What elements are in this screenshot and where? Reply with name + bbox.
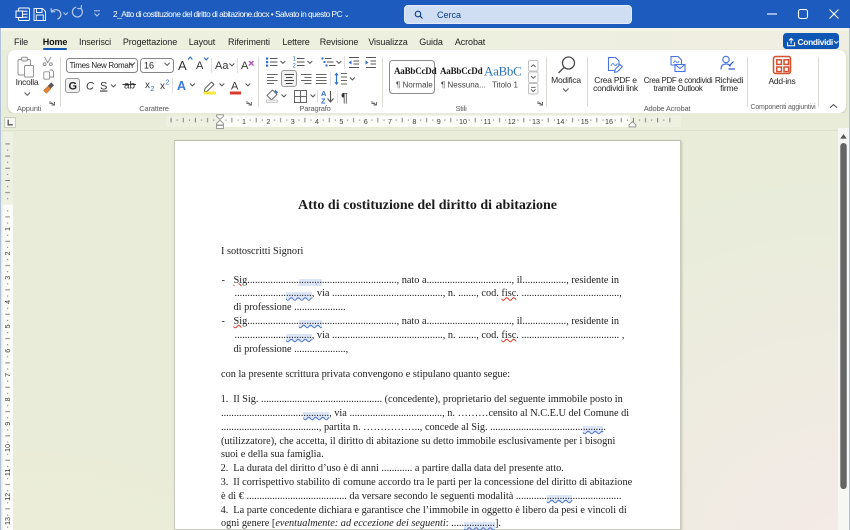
svg-text:AaBbC: AaBbC bbox=[484, 64, 522, 79]
svg-text:6: 6 bbox=[364, 117, 368, 126]
svg-text:15: 15 bbox=[581, 117, 589, 126]
svg-text:2: 2 bbox=[3, 251, 12, 255]
svg-text:6: 6 bbox=[3, 349, 12, 353]
svg-text:x: x bbox=[160, 81, 165, 92]
svg-text:AaBbCcDd: AaBbCcDd bbox=[394, 66, 437, 76]
svg-text:¶ Nessuna...: ¶ Nessuna... bbox=[441, 81, 486, 90]
svg-text:3: 3 bbox=[3, 276, 12, 280]
svg-text:2: 2 bbox=[266, 117, 270, 126]
svg-text:10: 10 bbox=[3, 444, 12, 452]
svg-text:ab: ab bbox=[124, 81, 136, 92]
svg-text:11: 11 bbox=[3, 469, 12, 476]
svg-text:1: 1 bbox=[293, 57, 297, 63]
svg-text:8: 8 bbox=[3, 397, 12, 401]
svg-text:13: 13 bbox=[532, 117, 540, 126]
svg-text:A: A bbox=[241, 60, 249, 72]
svg-text:4: 4 bbox=[3, 300, 12, 304]
svg-text:4: 4 bbox=[315, 117, 319, 126]
svg-text:2: 2 bbox=[293, 64, 297, 70]
svg-text:2: 2 bbox=[166, 80, 170, 87]
svg-text:12: 12 bbox=[508, 117, 516, 126]
svg-text:7: 7 bbox=[388, 117, 392, 126]
svg-text:5: 5 bbox=[339, 117, 343, 126]
svg-text:Aa: Aa bbox=[215, 60, 229, 72]
svg-text:A: A bbox=[196, 60, 204, 72]
svg-text:14: 14 bbox=[556, 117, 564, 126]
svg-text:G: G bbox=[69, 81, 78, 93]
svg-text:16: 16 bbox=[605, 117, 613, 126]
svg-text:2: 2 bbox=[151, 86, 155, 93]
svg-text:16: 16 bbox=[144, 61, 154, 71]
svg-text:5: 5 bbox=[3, 324, 12, 328]
svg-text:S: S bbox=[100, 81, 107, 93]
svg-text:8: 8 bbox=[412, 117, 416, 126]
svg-text:C: C bbox=[86, 81, 94, 93]
svg-text:Titolo 1: Titolo 1 bbox=[492, 81, 518, 90]
svg-text:A: A bbox=[177, 79, 186, 93]
svg-text:13: 13 bbox=[3, 517, 12, 525]
svg-text:x: x bbox=[145, 80, 150, 91]
svg-text:Z: Z bbox=[321, 97, 326, 106]
svg-text:3: 3 bbox=[291, 117, 295, 126]
svg-text:1: 1 bbox=[242, 117, 246, 126]
svg-text:9: 9 bbox=[3, 422, 12, 426]
svg-text:A: A bbox=[178, 58, 187, 73]
svg-text:A: A bbox=[231, 81, 239, 93]
svg-text:11: 11 bbox=[484, 117, 491, 126]
svg-text:9: 9 bbox=[437, 117, 441, 126]
svg-text:¶: ¶ bbox=[341, 90, 348, 105]
svg-text:12: 12 bbox=[3, 493, 12, 501]
svg-text:7: 7 bbox=[3, 373, 12, 377]
svg-text:Times New Roman: Times New Roman bbox=[70, 61, 133, 70]
svg-text:AaBbCcDd: AaBbCcDd bbox=[440, 66, 483, 76]
svg-text:¶ Normale: ¶ Normale bbox=[396, 81, 433, 90]
svg-text:10: 10 bbox=[459, 117, 467, 126]
svg-text:1: 1 bbox=[3, 227, 12, 231]
